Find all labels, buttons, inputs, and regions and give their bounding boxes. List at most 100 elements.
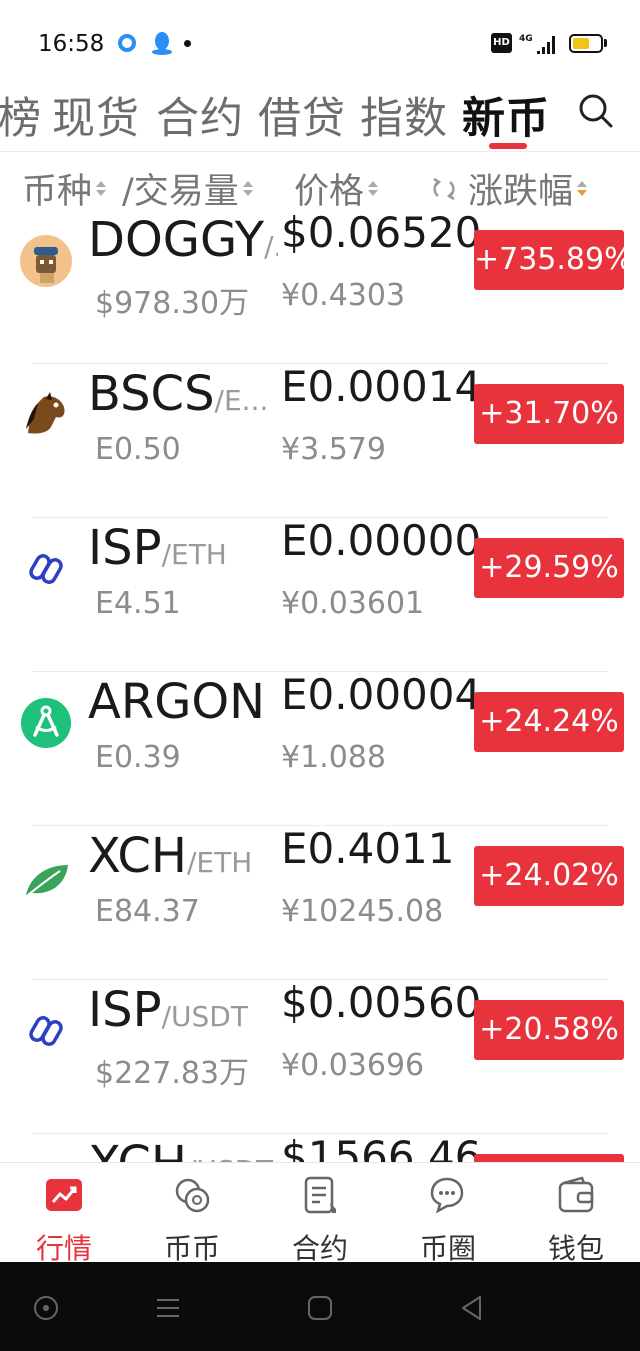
sort-by-coin[interactable]: 币种 xyxy=(22,163,107,214)
coin-symbol: ISP/USDT xyxy=(88,982,248,1038)
battery-icon xyxy=(569,34,603,53)
symbol-text: ISP xyxy=(88,982,162,1038)
quote-text: /... xyxy=(264,230,278,263)
coin-symbol: BSCS/E... xyxy=(88,366,268,422)
change-badge[interactable]: +24.24% xyxy=(474,692,624,752)
coin-row-argon[interactable]: ARGON E0.00004 E0.39 ¥1.088 +24.24% xyxy=(0,670,640,826)
nav-wallet[interactable]: 钱包 xyxy=(512,1163,640,1265)
chat-bubbles-icon xyxy=(430,1177,464,1214)
coin-row-isp-eth[interactable]: ISP/ETH E0.00000 E4.51 ¥0.03601 +29.59% xyxy=(0,516,640,672)
coin-cny-price: ¥0.03696 xyxy=(281,1048,425,1083)
change-badge[interactable]: +20.58% xyxy=(474,1000,624,1060)
home-button-icon[interactable] xyxy=(306,1294,334,1322)
sort-by-price[interactable]: 价格 xyxy=(294,163,379,214)
coin-price: E0.4011 xyxy=(281,824,455,873)
sort-arrows-icon xyxy=(242,181,253,196)
symbol-text: BSCS xyxy=(88,366,215,422)
change-badge[interactable]: +31.70% xyxy=(474,384,624,444)
change-badge[interactable]: +24.02% xyxy=(474,846,624,906)
nav-spot[interactable]: 币币 xyxy=(128,1163,256,1265)
coin-row-xch-eth[interactable]: XCH/ETH E0.4011 E84.37 ¥10245.08 +24.02% xyxy=(0,824,640,980)
coin-volume: E0.50 xyxy=(95,432,181,467)
coin-exchange-icon xyxy=(175,1178,210,1213)
change-badge[interactable] xyxy=(474,1154,624,1162)
contract-document-icon xyxy=(304,1176,336,1214)
header-divider xyxy=(0,151,640,152)
status-bar: 16:58 HD 4G xyxy=(0,0,640,82)
symbol-text: XCH xyxy=(88,828,187,884)
coin-volume: $227.83万 xyxy=(95,1056,250,1091)
coin-price: $1566.46 xyxy=(281,1132,482,1162)
symbol-text: ARGON xyxy=(88,674,266,730)
coin-list: DOGGY/... $0.06520 $978.30万 ¥0.4303 +735… xyxy=(0,210,640,1162)
tab-lending[interactable]: 借贷 xyxy=(258,84,346,146)
nav-wallet-label: 钱包 xyxy=(547,1232,604,1265)
signal-4g-icon: 4G xyxy=(519,34,555,54)
coin-row-doggy[interactable]: DOGGY/... $0.06520 $978.30万 ¥0.4303 +735… xyxy=(0,210,640,364)
sort-arrows-icon xyxy=(368,181,379,196)
chain-link-icon xyxy=(29,554,63,584)
tab-index[interactable]: 指数 xyxy=(360,84,448,146)
search-icon[interactable] xyxy=(574,90,616,132)
hd-badge: HD xyxy=(491,33,512,53)
tab-new-coins[interactable]: 新币 xyxy=(462,84,550,146)
sort-by-volume[interactable]: /交易量 xyxy=(122,163,253,214)
bottom-nav: 行情 币币 合约 币圈 钱包 xyxy=(0,1162,640,1265)
tab-ranking[interactable]: 榜 xyxy=(0,84,42,146)
coin-symbol: XCH/USDT xyxy=(88,1136,273,1162)
doggy-avatar-icon xyxy=(20,235,72,287)
back-button-icon[interactable] xyxy=(458,1294,486,1322)
nav-spot-label: 币币 xyxy=(163,1232,220,1265)
column-price-label: 价格 xyxy=(294,172,365,212)
system-nav-bar xyxy=(0,1262,640,1351)
nav-contract[interactable]: 合约 xyxy=(256,1163,384,1265)
swap-toggle-icon[interactable] xyxy=(428,173,460,205)
battery-fill xyxy=(573,38,589,49)
column-volume-label: /交易量 xyxy=(122,172,239,212)
notification-circle-icon xyxy=(118,34,136,52)
coin-price: E0.00004 xyxy=(281,670,482,719)
notification-dot-icon xyxy=(184,40,191,47)
nav-market[interactable]: 行情 xyxy=(0,1163,128,1265)
column-change-label: 涨跌幅 xyxy=(468,172,574,212)
sort-by-change[interactable]: 涨跌幅 xyxy=(428,163,588,214)
top-tabs: 榜 现货 合约 借贷 指数 新币 xyxy=(0,82,640,152)
nav-community[interactable]: 币圈 xyxy=(384,1163,512,1265)
tab-contract[interactable]: 合约 xyxy=(156,84,244,146)
coin-cny-price: ¥10245.08 xyxy=(281,894,444,929)
coin-row-isp-usdt[interactable]: ISP/USDT $0.00560 $227.83万 ¥0.03696 +20.… xyxy=(0,978,640,1134)
active-tab-indicator xyxy=(489,143,527,149)
status-time: 16:58 xyxy=(38,31,105,57)
nav-community-label: 币圈 xyxy=(419,1232,476,1265)
leaf-icon xyxy=(26,865,68,896)
column-coin-label: 币种 xyxy=(22,172,93,212)
coin-price: E0.00014 xyxy=(281,362,482,411)
network-label: 4G xyxy=(519,34,533,44)
coin-row-bscs[interactable]: BSCS/E... E0.00014 E0.50 ¥3.579 +31.70% xyxy=(0,362,640,518)
coin-volume: $978.30万 xyxy=(95,286,250,321)
coin-cny-price: ¥0.03601 xyxy=(281,586,425,621)
coin-row-xch-usdt[interactable]: XCH/USDT $1566.46 xyxy=(0,1132,640,1162)
qq-penguin-icon xyxy=(152,32,172,55)
symbol-text: XCH xyxy=(88,1136,187,1162)
coin-cny-price: ¥3.579 xyxy=(281,432,386,467)
coin-symbol: DOGGY/... xyxy=(88,212,278,268)
nav-contract-label: 合约 xyxy=(291,1232,348,1265)
quote-text: /USDT xyxy=(187,1154,273,1162)
coin-cny-price: ¥1.088 xyxy=(281,740,386,775)
market-chart-icon xyxy=(46,1179,82,1211)
change-badge[interactable]: +735.89% xyxy=(474,230,633,290)
coin-symbol: XCH/ETH xyxy=(88,828,252,884)
quote-text: /E... xyxy=(214,384,269,417)
menu-button-icon[interactable] xyxy=(154,1294,182,1322)
chain-link-icon xyxy=(29,1016,63,1046)
coin-volume: E84.37 xyxy=(95,894,200,929)
quote-text: /USDT xyxy=(161,1000,248,1033)
nav-market-label: 行情 xyxy=(35,1232,92,1265)
coin-symbol: ARGON xyxy=(88,674,265,730)
horse-icon xyxy=(26,392,65,434)
change-badge[interactable]: +29.59% xyxy=(474,538,624,598)
sort-arrows-icon xyxy=(577,181,588,196)
assistant-button-icon[interactable] xyxy=(32,1294,60,1322)
tab-spot[interactable]: 现货 xyxy=(52,84,140,146)
